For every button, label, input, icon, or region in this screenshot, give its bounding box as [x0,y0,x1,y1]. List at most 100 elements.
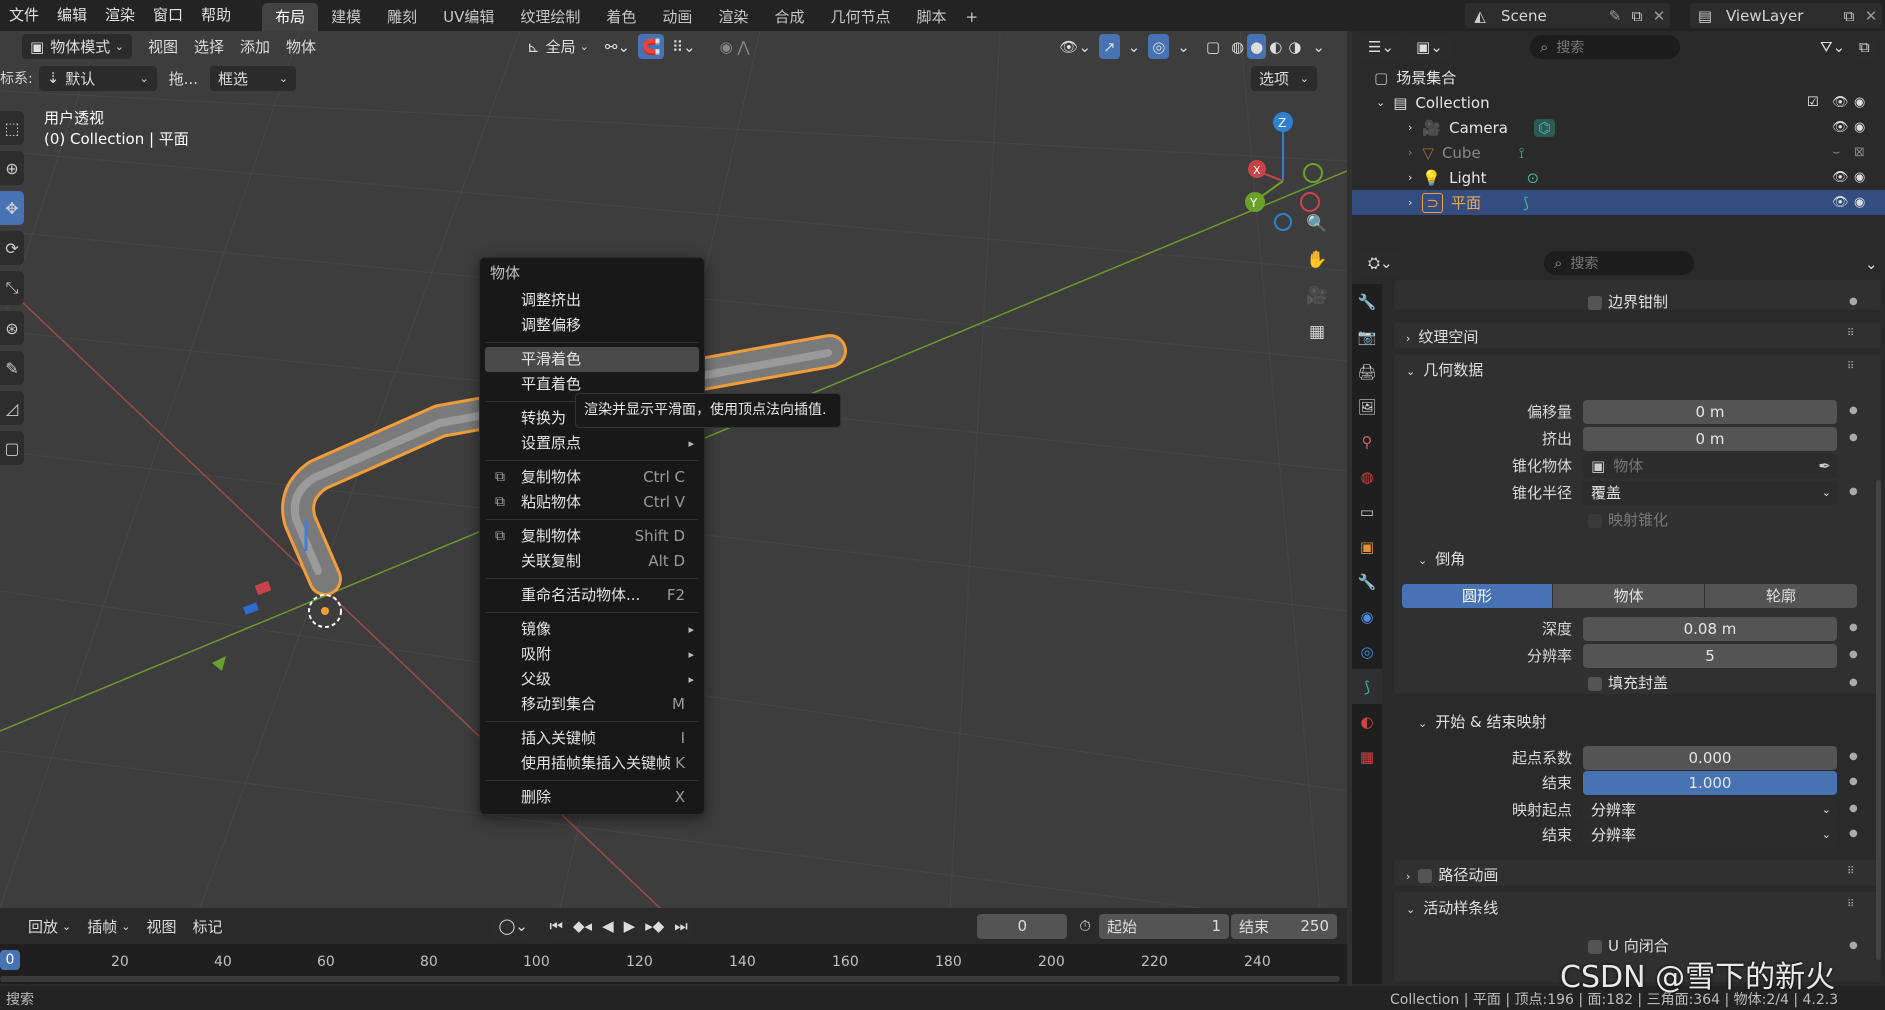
timeline-marker-menu[interactable]: 标记 [184,914,230,939]
timeline-ruler[interactable]: 020406080100120140160180200220240 0 [0,944,1347,984]
editor-type-icon[interactable]: ⛭⌄ [1360,250,1401,276]
close-icon[interactable]: ✕ [1648,7,1670,25]
chevron-right-icon[interactable]: › [1408,196,1412,209]
solid-shading-icon[interactable]: ● [1247,34,1267,59]
scene-tab-icon[interactable]: ⚲ [1352,424,1382,459]
editor-type-icon[interactable]: ☰⌄ [1360,34,1403,60]
physics-tab-icon[interactable]: ◎ [1352,634,1382,669]
xray-icon[interactable]: ▢ [1198,34,1228,59]
drag-handle-icon[interactable]: ⠿ [1847,328,1854,339]
bevel-mode-round[interactable]: 圆形 [1402,584,1552,608]
object-tab-icon[interactable]: ▣ [1352,529,1382,564]
menu-render[interactable]: 渲染 [96,0,144,31]
keying-menu[interactable]: 插帧 ⌄ [79,914,138,939]
menu-view[interactable]: 视图 [140,34,186,59]
bevel-mode-object[interactable]: 物体 [1553,584,1704,608]
drag-handle-icon[interactable]: ⠿ [1847,899,1854,910]
outliner-row-scene-collection[interactable]: ▢ 场景集合 [1352,65,1885,90]
tab-uv-editing[interactable]: UV编辑 [430,3,507,31]
menu-item[interactable]: 插入关键帧 I [480,726,704,751]
prev-keyframe-icon[interactable]: ◆◂ [568,914,597,939]
end-factor-field[interactable]: 1.000 [1583,771,1837,795]
material-shading-icon[interactable]: ◐ [1266,34,1285,59]
panel-geometry[interactable]: ⌄ 几何数据 [1406,359,1483,380]
tab-compositing[interactable]: 合成 [761,3,817,31]
outliner-row-light[interactable]: › 💡 Light ⊙ 👁 ◉ [1352,165,1885,190]
move-tool-icon[interactable]: ✥ [0,191,24,225]
jump-end-icon[interactable]: ⏭ [669,914,693,939]
curve-data-icon[interactable]: ⟆ [1523,194,1529,212]
timeline-view-menu[interactable]: 视图 [138,914,184,939]
new-viewlayer-icon[interactable]: ⧉ [1838,7,1860,25]
material-tab-icon[interactable]: ◐ [1352,704,1382,739]
menu-item[interactable]: 调整偏移 [480,313,704,338]
eye-icon[interactable]: 👁 [1832,95,1849,110]
eyedropper-icon[interactable]: ✒ [1818,454,1831,478]
cursor-tool-icon[interactable]: ⊕ [0,151,24,185]
close-icon[interactable]: ✕ [1860,7,1882,25]
play-icon[interactable]: ▶ [619,914,641,939]
clock-icon[interactable]: ⏱ [1071,914,1099,939]
menu-item[interactable]: 移动到集合 M [480,692,704,717]
start-frame-field[interactable]: 起始 1 [1099,913,1229,939]
menu-item[interactable]: 吸附 ▸ [480,642,704,667]
outliner-search[interactable]: ⌕ 搜索 [1530,35,1680,59]
camera-view-icon[interactable]: 🎥 [1302,281,1332,311]
menu-item[interactable]: 设置原点 ▸ [480,431,704,456]
depth-field[interactable]: 0.08 m [1583,617,1837,641]
chevron-right-icon[interactable]: › [1408,121,1412,134]
outliner-row-collection[interactable]: ⌄ ▤ Collection ☑ 👁 ◉ [1352,90,1885,115]
gizmo-toggle-icon[interactable]: ↗ [1099,34,1120,59]
texture-tab-icon[interactable]: ▦ [1352,739,1382,774]
tab-shading[interactable]: 着色 [593,3,649,31]
visibility-icon[interactable]: 👁⌄ [1051,34,1099,59]
menu-item[interactable]: 关联复制 Alt D [480,549,704,574]
camera-render-icon[interactable]: ◉ [1854,170,1865,185]
eye-icon[interactable]: 👁 [1832,195,1849,210]
output-tab-icon[interactable]: 🖨 [1352,354,1382,389]
play-reverse-icon[interactable]: ◀ [597,914,619,939]
pivot-icon[interactable]: ⚯⌄ [597,34,638,59]
camera-render-icon[interactable]: ◉ [1854,120,1865,135]
camera-render-disabled-icon[interactable]: ⊠ [1854,145,1865,160]
checkbox-icon[interactable] [1418,868,1433,883]
menu-item[interactable]: ⧉ 复制物体 Shift D [480,524,704,549]
menu-item[interactable]: 镜像 ▸ [480,617,704,642]
keyframe-dot[interactable]: ● [1849,649,1858,660]
properties-scrollbar[interactable] [1876,480,1881,960]
start-factor-field[interactable]: 0.000 [1583,746,1837,770]
ortho-grid-icon[interactable]: ▦ [1302,317,1332,347]
jump-start-icon[interactable]: ⏮ [545,914,569,939]
tab-rendering[interactable]: 渲染 [705,3,761,31]
map-end-dropdown[interactable]: 分辨率 ⌄ [1583,823,1837,847]
curve-data-tab-icon[interactable]: ⟆ [1352,669,1382,704]
options-button[interactable]: 选项 ⌄ [1251,65,1317,91]
gizmo-dropdown-icon[interactable]: ⌄ [1120,34,1149,59]
rotate-tool-icon[interactable]: ⟳ [0,231,24,265]
keyframe-dot[interactable]: ● [1849,776,1858,787]
exclude-checkbox[interactable]: ☑ [1807,95,1819,110]
extrude-field[interactable]: 0 m [1583,427,1837,451]
world-tab-icon[interactable]: ◍ [1352,459,1382,494]
light-data-icon[interactable]: ⊙ [1527,169,1540,187]
panel-active-spline[interactable]: ⌄ 活动样条线 [1406,897,1498,918]
measure-tool-icon[interactable]: ◿ [0,391,24,425]
chevron-down-icon[interactable]: ⌄ [1857,251,1885,276]
pan-hand-icon[interactable]: ✋ [1302,245,1332,275]
pin-icon[interactable]: ✎ [1604,7,1626,25]
keyframe-dot[interactable]: ● [1849,940,1858,951]
menu-item[interactable]: 平滑着色 [485,347,699,372]
view-layer-tab-icon[interactable]: 🖼 [1352,389,1382,424]
menu-window[interactable]: 窗口 [144,0,192,31]
wireframe-shading-icon[interactable]: ◍ [1228,34,1247,59]
viewlayer-selector[interactable]: ▤ ViewLayer ⧉ ✕ [1690,3,1882,28]
scale-tool-icon[interactable]: ⤡ [0,271,24,305]
tab-layout[interactable]: 布局 [262,3,319,31]
panel-texture-space[interactable]: › 纹理空间 [1406,326,1478,347]
keyframe-dot[interactable]: ● [1849,803,1858,814]
menu-item[interactable]: 调整挤出 [480,288,704,313]
next-keyframe-icon[interactable]: ▸◆ [640,914,669,939]
chevron-down-icon[interactable]: ⌄ [1376,96,1385,109]
resolution-field[interactable]: 5 [1583,644,1837,668]
rendered-shading-icon[interactable]: ◑ [1285,34,1304,59]
